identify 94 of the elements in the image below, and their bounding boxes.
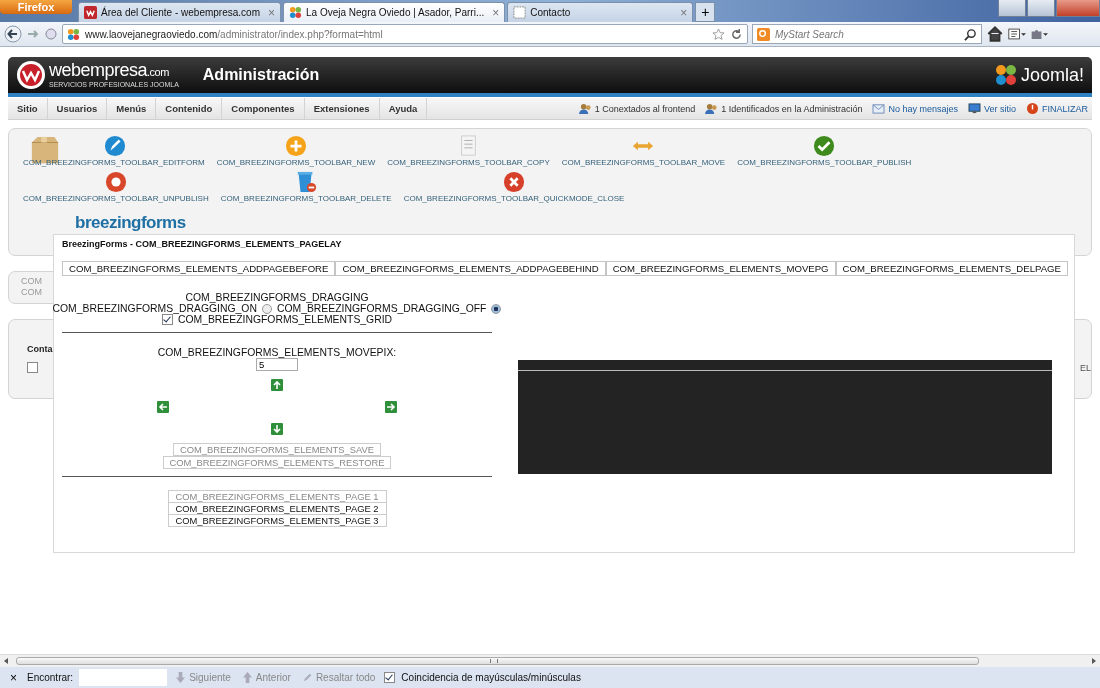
movepix-field[interactable]: 5: [256, 358, 298, 371]
radio-label: COM_BREEZINGFORMS_DRAGGING_ON: [52, 303, 257, 314]
star-icon[interactable]: [712, 27, 725, 41]
close-icon: [503, 171, 526, 193]
page-button[interactable]: COM_BREEZINGFORMS_ELEMENTS_DELPAGE: [835, 261, 1068, 276]
brand-name: webempresa.com: [49, 61, 170, 81]
address-bar[interactable]: www.laovejanegraoviedo.com/administrator/index.php?format=html: [62, 24, 748, 44]
power-icon: [1026, 103, 1039, 114]
menu-item[interactable]: Extensiones: [304, 98, 380, 119]
section-heading: Conta: [27, 344, 53, 354]
mail-icon: [872, 103, 886, 114]
find-label: Encontrar:: [27, 672, 74, 683]
refresh-icon[interactable]: [730, 27, 743, 41]
logo-icon: [16, 60, 46, 90]
breezingforms-logo: breezingforms: [75, 213, 187, 233]
plus-icon: [284, 135, 307, 157]
toolbar-button[interactable]: COM_BREEZINGFORMS_TOOLBAR_QUICKMODE_CLOSE: [403, 171, 625, 203]
button-label: COM: [21, 276, 43, 287]
joomla-icon: [289, 6, 302, 19]
radio-button[interactable]: [491, 303, 502, 314]
column-heading: EL: [1080, 362, 1091, 373]
trash-icon: [295, 171, 318, 193]
menu-item[interactable]: Menús: [107, 98, 157, 119]
status-link[interactable]: 1 Identificados en la Administración: [721, 103, 863, 114]
page-tab[interactable]: COM_BREEZINGFORMS_ELEMENTS_PAGE 3: [167, 514, 387, 527]
arrow-right-icon[interactable]: [385, 401, 397, 413]
button-label: COM: [21, 287, 43, 298]
status-link[interactable]: Ver sitio: [983, 103, 1016, 114]
page-button[interactable]: COM_BREEZINGFORMS_ELEMENTS_ADDPAGEBEHIND: [335, 261, 606, 276]
arrow-down-icon[interactable]: [271, 423, 283, 435]
grid-label: COM_BREEZINGFORMS_ELEMENTS_GRID: [177, 314, 393, 325]
page-button[interactable]: COM_BREEZINGFORMS_ELEMENTS_ADDPAGEBEFORE: [62, 261, 336, 276]
page-button[interactable]: COM_BREEZINGFORMS_ELEMENTS_MOVEPG: [605, 261, 836, 276]
pencil-icon: [103, 135, 126, 157]
menu-item[interactable]: Componentes: [222, 98, 305, 119]
toolbar-button[interactable]: COM_BREEZINGFORMS_TOOLBAR_MOVE: [561, 135, 726, 167]
checkbox[interactable]: [161, 314, 173, 325]
browser-tab[interactable]: Contacto ×: [507, 2, 694, 22]
dialog-title: BreezingForms - COM_BREEZINGFORMS_ELEMENTS_PAGELAY: [62, 239, 343, 249]
search-icon[interactable]: [964, 27, 977, 41]
menu-item[interactable]: Sitio: [8, 98, 48, 119]
close-button[interactable]: ×: [6, 670, 21, 685]
close-icon[interactable]: ×: [492, 5, 500, 20]
monitor-icon: [967, 103, 981, 114]
toolbar-button[interactable]: COM_BREEZINGFORMS_TOOLBAR_EDITFORM: [23, 135, 205, 167]
logo-icon: [84, 6, 97, 19]
checkbox[interactable]: [384, 672, 396, 683]
match-case-label: Coincidencia de mayúsculas/minúsculas: [401, 672, 581, 683]
users-icon: [578, 103, 592, 114]
find-field[interactable]: [79, 669, 168, 686]
home-icon[interactable]: [986, 25, 1004, 43]
search-engine-icon[interactable]: [757, 27, 770, 41]
arrow-up-icon[interactable]: [271, 379, 283, 391]
menu-item[interactable]: Usuarios: [47, 98, 108, 119]
toolbar-button[interactable]: COM_BREEZINGFORMS_TOOLBAR_DELETE: [220, 171, 392, 203]
movepix-label: COM_BREEZINGFORMS_ELEMENTS_MOVEPIX:: [157, 347, 397, 358]
scroll-right-icon[interactable]: [1091, 658, 1097, 664]
radio-label: COM_BREEZINGFORMS_DRAGGING_OFF: [276, 303, 487, 314]
browser-tab[interactable]: La Oveja Negra Oviedo | Asador, Parri... ×: [283, 2, 506, 22]
close-icon[interactable]: [1056, 0, 1100, 17]
status-link[interactable]: No hay mensajes: [888, 103, 958, 114]
status-link[interactable]: 1 Conextados al frontend: [594, 103, 696, 114]
users-icon: [705, 103, 719, 114]
search-box[interactable]: MyStart Search: [752, 24, 982, 44]
page-title: Administración: [202, 66, 320, 84]
horizontal-scrollbar[interactable]: [0, 654, 1100, 667]
arrow-left-icon[interactable]: [157, 401, 169, 413]
scroll-left-icon[interactable]: [3, 658, 9, 664]
check-icon: [813, 135, 836, 157]
url-text: www.laovejanegraoviedo.com/administrator/index.php?format=html: [85, 28, 383, 40]
toolbar-button[interactable]: COM_BREEZINGFORMS_TOOLBAR_UNPUBLISH: [23, 171, 209, 203]
pen-icon: [302, 672, 312, 683]
stop-icon: [104, 171, 127, 193]
minimize-icon[interactable]: [998, 0, 1026, 17]
joomla-wordmark: Joomla!: [1020, 64, 1084, 86]
arrow-down-icon: [176, 672, 186, 683]
radio-button[interactable]: [261, 303, 272, 314]
checkbox[interactable]: [27, 362, 38, 373]
blank-page-icon: [513, 6, 527, 19]
bookmarks-icon[interactable]: [1008, 25, 1026, 43]
arrow-up-icon: [242, 672, 252, 683]
dragging-label: COM_BREEZINGFORMS_DRAGGING: [185, 292, 369, 303]
new-tab-button[interactable]: +: [695, 2, 716, 22]
status-link[interactable]: FINALIZAR: [1042, 103, 1088, 114]
toolbar-button[interactable]: COM_BREEZINGFORMS_TOOLBAR_COPY: [387, 135, 550, 167]
maximize-icon[interactable]: [1027, 0, 1055, 17]
menu-item[interactable]: Contenido: [156, 98, 223, 119]
toolbar-button[interactable]: COM_BREEZINGFORMS_TOOLBAR_NEW: [216, 135, 376, 167]
browser-tab[interactable]: Área del Cliente - webempresa.com ×: [78, 2, 281, 22]
joomla-logo-icon: [994, 64, 1017, 86]
joomla-icon: [67, 27, 80, 41]
back-icon[interactable]: [4, 25, 22, 43]
menu-item[interactable]: Ayuda: [379, 98, 428, 119]
toolbar-button[interactable]: COM_BREEZINGFORMS_TOOLBAR_PUBLISH: [737, 135, 912, 167]
